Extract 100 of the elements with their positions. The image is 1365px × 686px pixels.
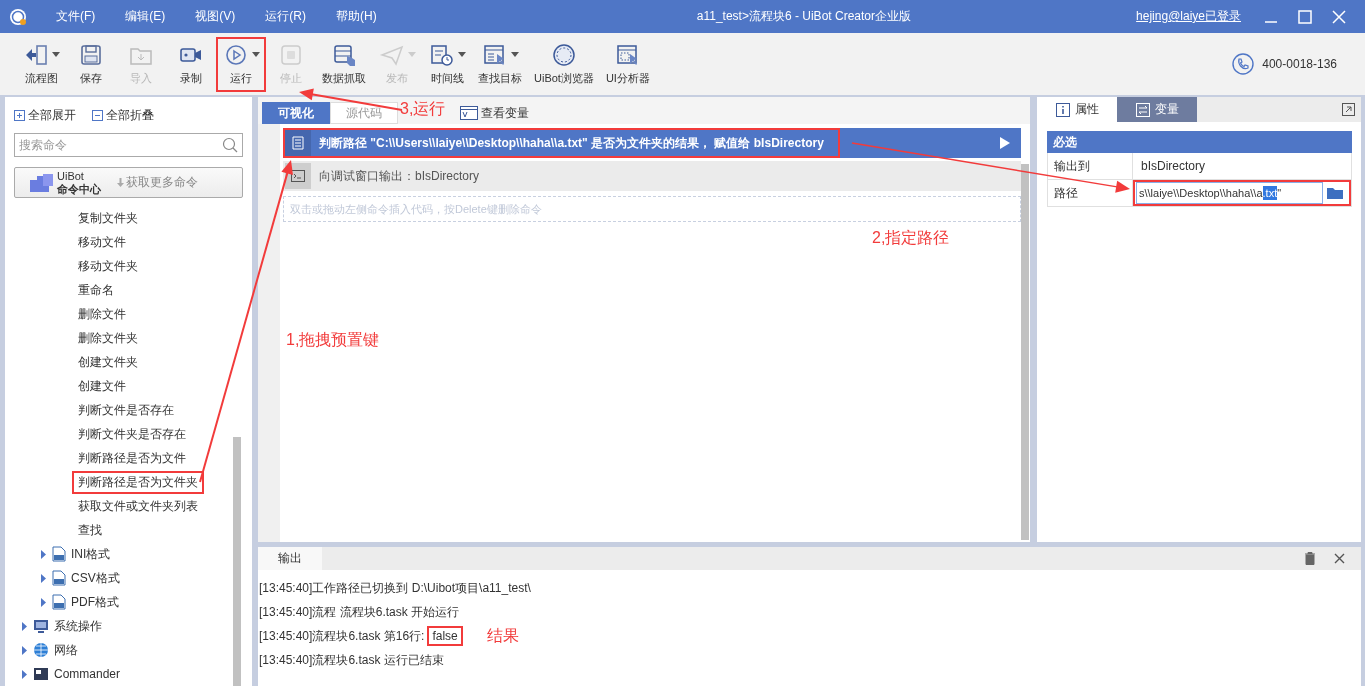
tree-group[interactable]: CSV格式 xyxy=(71,569,120,587)
panel-tab[interactable]: 属性 xyxy=(1037,97,1117,122)
popout-icon[interactable] xyxy=(1342,103,1355,116)
puzzle-icon xyxy=(29,171,55,194)
scrollbar-thumb[interactable] xyxy=(1021,164,1029,540)
editor-tab[interactable]: 可视化 xyxy=(262,102,330,124)
search-icon xyxy=(222,137,238,153)
command-item[interactable]: 判断文件夹是否存在 xyxy=(72,422,192,446)
property-value[interactable]: bIsDirectory xyxy=(1133,153,1351,179)
panel-tab[interactable]: 变量 xyxy=(1117,97,1197,122)
view-variables-button[interactable]: 查看变量 xyxy=(460,102,529,124)
maximize-icon[interactable] xyxy=(1297,8,1313,25)
monitor-icon xyxy=(33,618,49,634)
log-line: [13:45:40]流程 流程块6.task 开始运行 xyxy=(259,603,460,621)
plus-box-icon xyxy=(14,110,25,121)
play-icon[interactable] xyxy=(999,136,1011,150)
expand-arrow-icon[interactable] xyxy=(21,669,28,679)
command-item[interactable]: 删除文件夹 xyxy=(72,326,144,350)
command-item[interactable]: 判断路径是否为文件夹 xyxy=(72,470,204,494)
globe-icon xyxy=(33,642,49,658)
toolbar-button[interactable]: UiBot浏览器 xyxy=(528,36,600,92)
toolbar-button[interactable]: 录制 xyxy=(166,36,216,92)
command-center-button[interactable]: UiBot 命令中心 获取更多命令 xyxy=(14,167,243,198)
phone-icon xyxy=(1232,53,1255,75)
table-cursor-icon xyxy=(331,42,357,67)
toolbar-button[interactable]: UI分析器 xyxy=(599,36,656,92)
toolbar-button[interactable]: 时间线 xyxy=(422,36,472,92)
command-item[interactable]: 重命名 xyxy=(72,278,120,302)
expand-arrow-icon[interactable] xyxy=(21,621,28,631)
search-field[interactable]: 搜索命令 xyxy=(14,133,243,157)
command-block[interactable]: 向调试窗口输出：bIsDirectory xyxy=(283,161,1021,191)
property-label: 输出到 xyxy=(1048,153,1133,179)
toolbar-button[interactable]: 数据抓取 xyxy=(316,36,372,92)
save-icon xyxy=(78,42,104,67)
tree-group[interactable]: INI格式 xyxy=(71,545,111,563)
menu-item[interactable]: 编辑(E) xyxy=(110,8,181,25)
download-arrow-icon xyxy=(117,178,124,187)
caret-icon[interactable] xyxy=(51,51,60,58)
command-item[interactable]: 移动文件夹 xyxy=(72,254,144,278)
log-line: [13:45:40]工作路径已切换到 D:\Uibot项目\a11_test\ xyxy=(259,579,531,597)
log-line: [13:45:40]流程块6.task 第16行: xyxy=(259,627,425,645)
document-icon xyxy=(52,570,66,586)
minus-box-icon xyxy=(92,110,103,121)
command-item[interactable]: 删除文件 xyxy=(72,302,132,326)
command-item[interactable]: 判断路径是否为文件 xyxy=(72,446,192,470)
variable-icon xyxy=(460,106,478,120)
user-link[interactable]: hejing@laiye已登录 xyxy=(1136,8,1241,25)
document-icon xyxy=(292,136,304,150)
trash-icon[interactable] xyxy=(1304,552,1316,565)
command-item[interactable]: 获取文件或文件夹列表 xyxy=(72,494,204,518)
section-header: 必选 xyxy=(1047,131,1352,153)
command-item[interactable]: 复制文件夹 xyxy=(72,206,144,230)
clock-document-icon xyxy=(428,42,455,67)
terminal-icon xyxy=(291,170,305,182)
menu-item[interactable]: 运行(R) xyxy=(250,8,321,25)
expand-arrow-icon[interactable] xyxy=(40,573,47,583)
toolbar-button[interactable]: 流程图 xyxy=(16,36,66,92)
window-title: a11_test>流程块6 - UiBot Creator企业版 xyxy=(695,8,912,25)
command-item[interactable]: 查找 xyxy=(72,518,108,542)
menu-item[interactable]: 文件(F) xyxy=(41,8,111,25)
command-text: 判断路径 "C:\\Users\\laiye\\Desktop\\haha\\a.txt" 是否为文件夹的结果， 赋值给 bIsDirectory xyxy=(319,134,824,152)
annotation-text: 2,指定路径 xyxy=(872,228,950,248)
document-icon xyxy=(52,546,66,562)
command-item[interactable]: 创建文件 xyxy=(72,374,132,398)
command-item[interactable]: 判断文件是否存在 xyxy=(72,398,180,422)
stop-icon xyxy=(278,42,304,67)
scrollbar-thumb[interactable] xyxy=(233,437,241,686)
tree-group[interactable]: PDF格式 xyxy=(71,593,119,611)
toolbar-button[interactable]: 运行 xyxy=(216,36,266,92)
log-line: [13:45:40]流程块6.task 运行已结束 xyxy=(259,651,444,669)
tree-category[interactable]: 系统操作 xyxy=(54,617,102,635)
close-icon[interactable] xyxy=(1334,553,1345,564)
caret-icon[interactable] xyxy=(251,51,260,58)
annotation-text: 结果 xyxy=(487,626,519,646)
window-icon xyxy=(33,666,49,682)
expand-arrow-icon[interactable] xyxy=(21,645,28,655)
menu-item[interactable]: 帮助(H) xyxy=(321,8,392,25)
annotation-text: 3,运行 xyxy=(400,99,446,119)
menu-item[interactable]: 视图(V) xyxy=(180,8,251,25)
caret-icon[interactable] xyxy=(510,51,519,58)
command-item[interactable]: 创建文件夹 xyxy=(72,350,144,374)
tree-category[interactable]: Commander xyxy=(54,667,121,681)
expand-arrow-icon[interactable] xyxy=(40,549,47,559)
command-text: 向调试窗口输出：bIsDirectory xyxy=(319,167,479,185)
app-logo-icon xyxy=(9,7,27,26)
expand-all-button[interactable]: 全部展开 xyxy=(14,107,76,124)
caret-icon[interactable] xyxy=(457,51,466,58)
toolbar-button[interactable]: 查找目标 xyxy=(472,36,528,92)
tree-category[interactable]: 网络 xyxy=(54,641,78,659)
swap-icon xyxy=(1135,102,1150,117)
collapse-all-button[interactable]: 全部折叠 xyxy=(92,107,154,124)
command-block[interactable]: 判断路径 "C:\\Users\\laiye\\Desktop\\haha\\a.txt" 是否为文件夹的结果， 赋值给 bIsDirectory xyxy=(283,128,1021,158)
info-icon xyxy=(1055,102,1070,117)
folder-icon[interactable] xyxy=(1326,186,1344,200)
phone-number: 400-0018-136 xyxy=(1262,57,1337,71)
command-item[interactable]: 移动文件 xyxy=(72,230,132,254)
expand-arrow-icon[interactable] xyxy=(40,597,47,607)
result-value: false xyxy=(427,626,463,646)
toolbar-button[interactable]: 保存 xyxy=(66,36,116,92)
output-tab[interactable]: 输出 xyxy=(258,547,322,570)
